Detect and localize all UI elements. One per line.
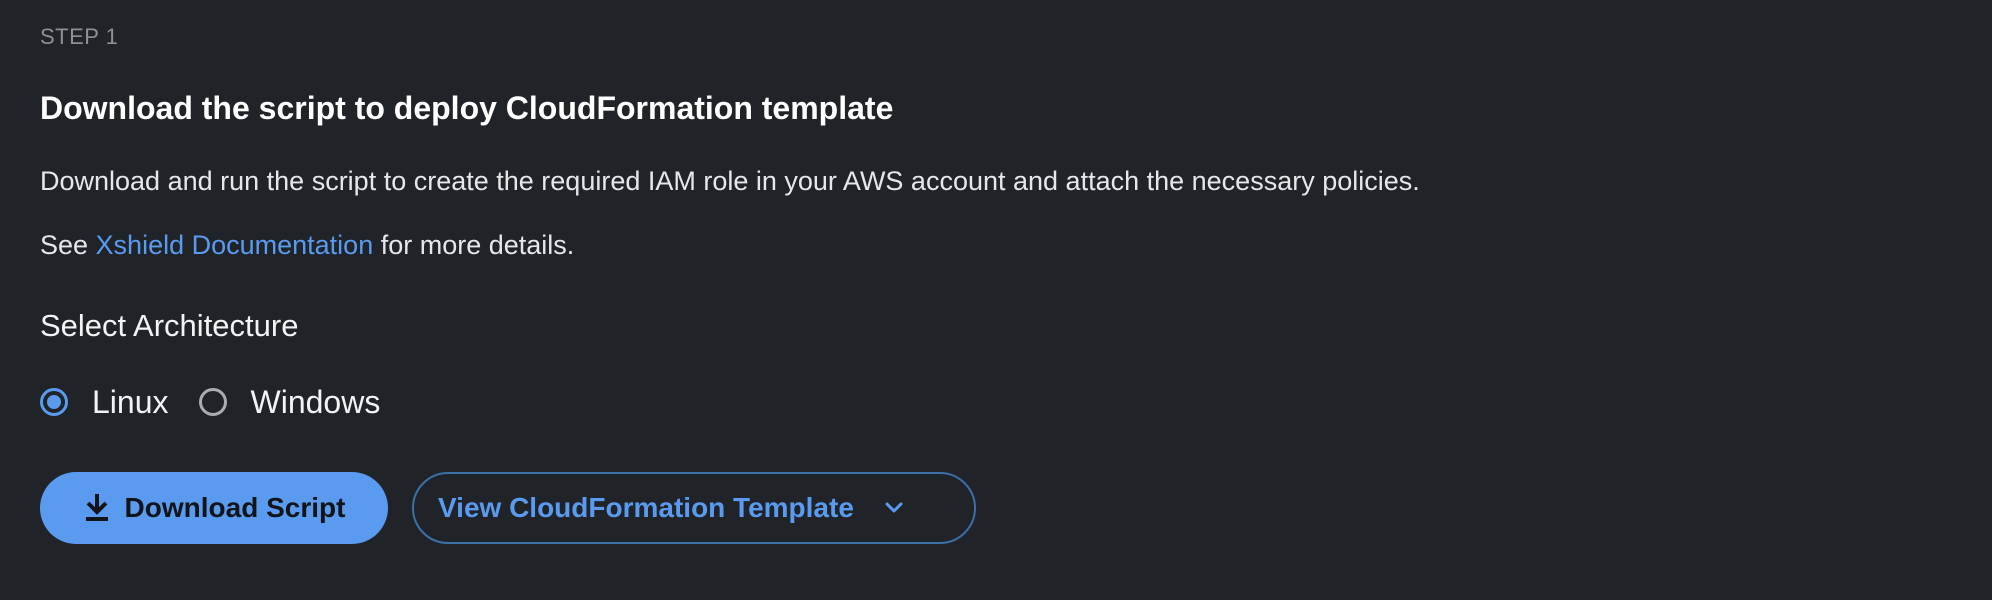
radio-label-windows: Windows <box>250 383 381 420</box>
step-description: Download and run the script to create th… <box>40 166 1420 196</box>
radio-option-windows[interactable]: Windows <box>198 383 381 421</box>
step-panel: STEP 1 Download the script to deploy Clo… <box>0 0 1992 600</box>
radio-option-linux[interactable]: Linux <box>40 384 169 421</box>
documentation-suffix: for more details. <box>373 230 575 260</box>
radio-button-linux[interactable] <box>40 388 68 416</box>
radio-selected-dot <box>47 395 61 409</box>
download-icon <box>83 492 111 525</box>
step-label: STEP 1 <box>40 24 119 49</box>
view-template-label: View CloudFormation Template <box>438 492 854 523</box>
step-title: Download the script to deploy CloudForma… <box>40 90 894 126</box>
radio-button-windows[interactable] <box>198 388 227 416</box>
radio-label-linux: Linux <box>92 383 169 420</box>
documentation-link[interactable]: Xshield Documentation <box>96 230 374 260</box>
documentation-prefix: See <box>40 230 96 260</box>
architecture-heading: Select Architecture <box>40 308 299 343</box>
chevron-down-icon <box>884 501 904 515</box>
download-script-button[interactable]: Download Script <box>40 472 388 544</box>
architecture-radio-group: Linux Windows <box>40 380 410 424</box>
view-template-button[interactable]: View CloudFormation Template <box>412 472 976 544</box>
download-script-label: Download Script <box>124 492 346 523</box>
documentation-line: See Xshield Documentation for more detai… <box>40 230 574 261</box>
